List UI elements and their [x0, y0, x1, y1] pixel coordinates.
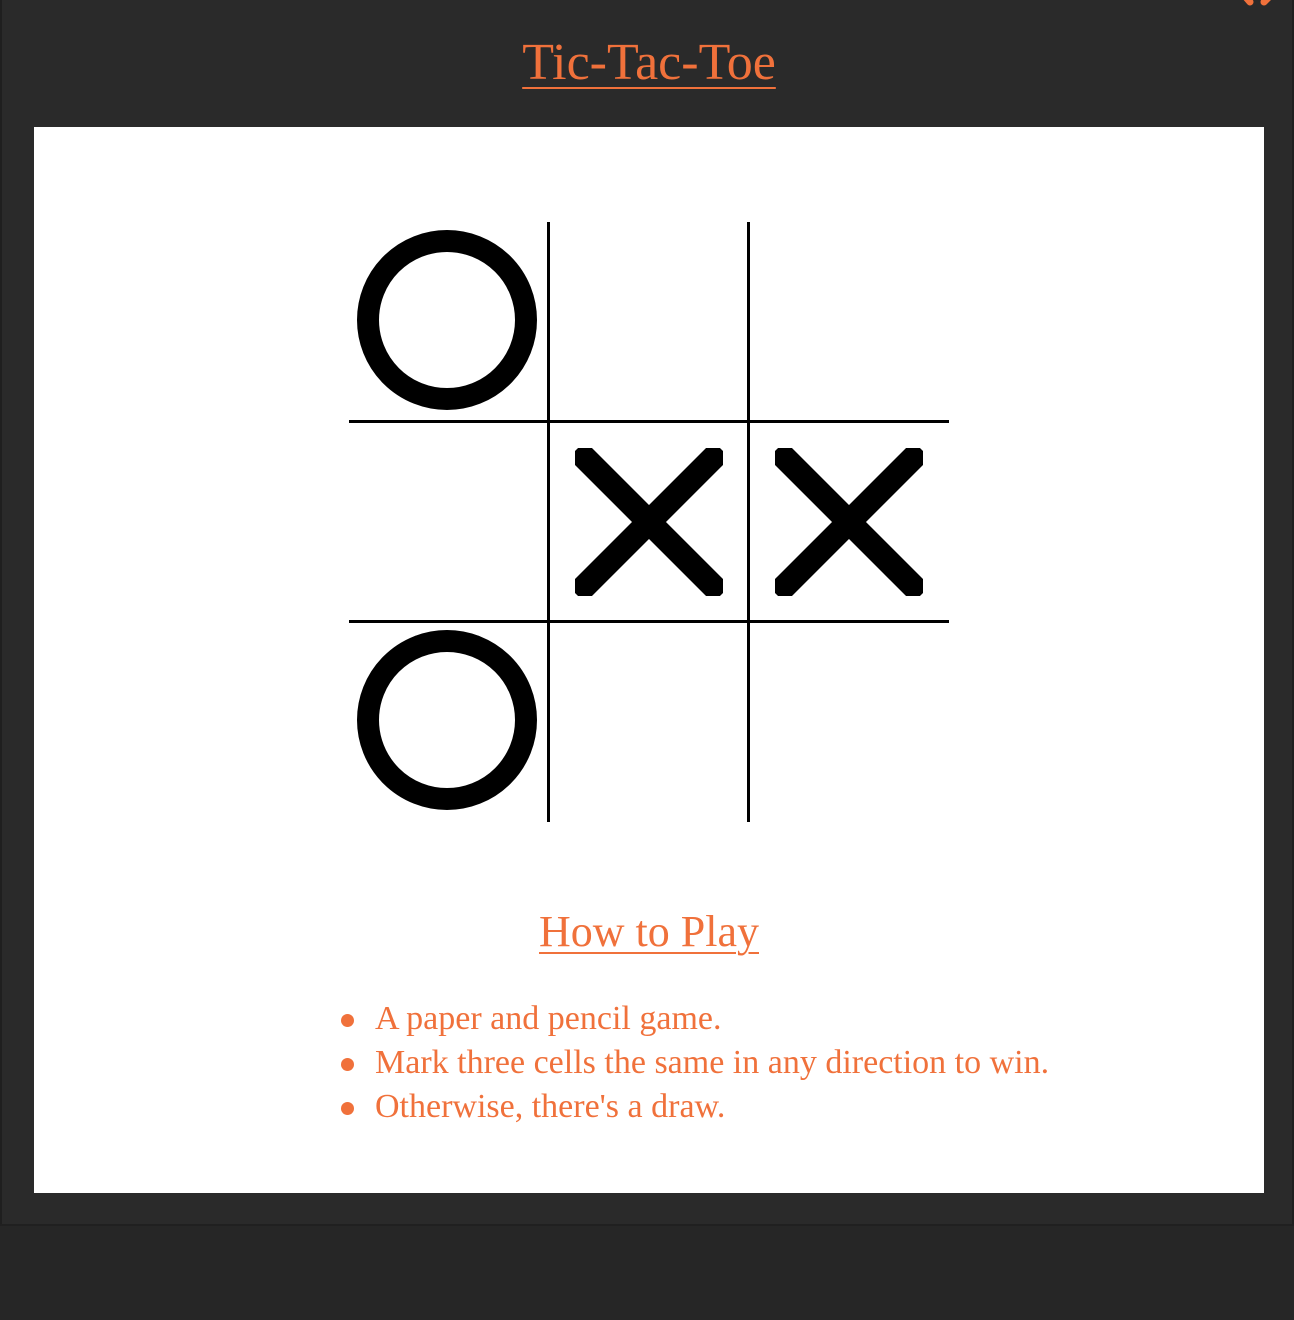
- o-mark-icon: [357, 230, 537, 410]
- rule-text: Mark three cells the same in any directi…: [375, 1044, 1050, 1081]
- page-title[interactable]: Tic-Tac-Toe: [2, 28, 1294, 98]
- bullet-icon: [341, 1102, 354, 1115]
- rule-item: Otherwise, there's a draw.: [335, 1085, 1049, 1129]
- board-cell-1-1[interactable]: [349, 222, 549, 422]
- board-cell-2-3[interactable]: [749, 422, 949, 622]
- rule-item: A paper and pencil game.: [335, 997, 1049, 1041]
- x-mark-icon: [575, 448, 723, 596]
- o-mark-icon: [357, 630, 537, 810]
- app-frame: Tic-Tac-Toe How to Play A paper and penc…: [0, 0, 1294, 1226]
- board-cell-1-2[interactable]: [549, 222, 749, 422]
- board-cell-3-1[interactable]: [349, 622, 549, 822]
- close-icon[interactable]: [1234, 0, 1284, 8]
- rule-item: Mark three cells the same in any directi…: [335, 1041, 1049, 1085]
- board-cell-2-1[interactable]: [349, 422, 549, 622]
- rule-text: A paper and pencil game.: [375, 1000, 722, 1037]
- board-cell-3-2[interactable]: [549, 622, 749, 822]
- rules-list: A paper and pencil game. Mark three cells…: [335, 997, 1049, 1129]
- x-mark-icon: [775, 448, 923, 596]
- board-cell-3-3[interactable]: [749, 622, 949, 822]
- board-cell-2-2[interactable]: [549, 422, 749, 622]
- footer-band: [0, 1224, 1294, 1320]
- bullet-icon: [341, 1014, 354, 1027]
- game-panel: How to Play A paper and pencil game. Mark…: [34, 127, 1264, 1193]
- how-to-play-heading: How to Play: [539, 907, 759, 956]
- bullet-icon: [341, 1058, 354, 1071]
- board-cell-1-3[interactable]: [749, 222, 949, 422]
- rule-text: Otherwise, there's a draw.: [375, 1088, 726, 1125]
- game-board: [349, 222, 949, 822]
